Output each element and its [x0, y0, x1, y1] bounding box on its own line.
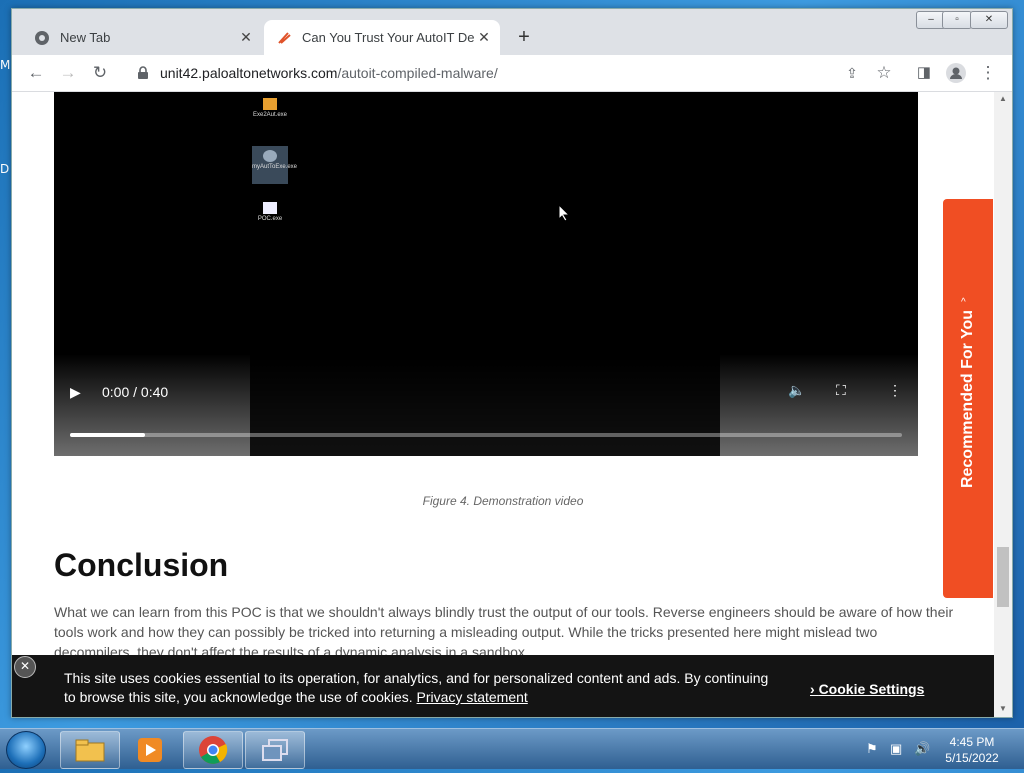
- page-scrollbar[interactable]: ▲ ▼: [994, 92, 1012, 717]
- scroll-up-icon[interactable]: ▲: [994, 94, 1012, 103]
- browser-window: New Tab ✕ Can You Trust Your AutoIT Deco…: [11, 8, 1013, 718]
- tab-new-tab[interactable]: New Tab ✕: [22, 20, 262, 55]
- recommended-label: Recommended For You: [959, 309, 976, 489]
- close-window-button[interactable]: ✕: [970, 11, 1008, 29]
- video-options-icon[interactable]: ⋮: [888, 382, 902, 399]
- scroll-down-icon[interactable]: ▼: [994, 704, 1012, 713]
- tab-title: Can You Trust Your AutoIT Decom: [302, 30, 474, 45]
- network-icon[interactable]: ▣: [890, 741, 902, 757]
- maximize-button[interactable]: ▫: [942, 11, 972, 29]
- section-heading: Conclusion: [54, 547, 229, 583]
- chrome-icon: [199, 736, 228, 764]
- url-host: unit42.paloaltonetworks.com: [160, 65, 338, 81]
- task-view-taskbar-button[interactable]: [245, 731, 305, 769]
- unit42-icon: [278, 31, 291, 44]
- url-path: /autoit-compiled-malware/: [337, 65, 498, 81]
- action-center-flag-icon[interactable]: ⚑: [866, 741, 878, 757]
- lock-icon: [138, 66, 148, 79]
- chrome-icon: [35, 30, 49, 45]
- menu-kebab-icon[interactable]: ⋮: [976, 61, 1000, 85]
- back-button[interactable]: ←: [24, 61, 48, 85]
- video-desktop-icon: Exe2Aut.exe: [252, 98, 288, 118]
- volume-icon[interactable]: 🔊: [914, 741, 930, 757]
- side-panel-icon[interactable]: ◨: [912, 61, 936, 85]
- tab-article[interactable]: Can You Trust Your AutoIT Decom ✕: [264, 20, 500, 55]
- tab-strip: New Tab ✕ Can You Trust Your AutoIT Deco…: [12, 9, 1012, 55]
- video-player[interactable]: Exe2Aut.exe myAutToExe.exe POC.exe ▶ 0:0…: [54, 92, 918, 456]
- share-icon[interactable]: ⇪: [840, 61, 864, 85]
- privacy-statement-link[interactable]: Privacy statement: [417, 689, 528, 705]
- recommended-for-you-tab[interactable]: ^ Recommended For You: [943, 199, 993, 598]
- article-paragraph: What we can learn from this POC is that …: [54, 604, 954, 660]
- play-icon[interactable]: ▶: [70, 384, 81, 401]
- controls-frame-overlay: [250, 354, 720, 456]
- windows-stack-icon: [262, 739, 288, 761]
- fullscreen-icon[interactable]: ⛶: [836, 382, 846, 399]
- chrome-taskbar-button[interactable]: [183, 731, 243, 769]
- caret-up-icon: ^: [961, 297, 966, 308]
- folder-icon: [75, 739, 105, 762]
- new-tab-button[interactable]: +: [512, 25, 536, 49]
- figure-caption: Figure 4. Demonstration video: [422, 494, 584, 508]
- profile-avatar-icon[interactable]: [944, 61, 968, 85]
- tab-close-icon[interactable]: ✕: [474, 29, 494, 46]
- desktop-label-m: M: [0, 58, 11, 72]
- address-bar[interactable]: unit42.paloaltonetworks.com/autoit-compi…: [124, 59, 880, 87]
- mouse-cursor-icon: [558, 204, 570, 222]
- scrollbar-thumb[interactable]: [997, 547, 1009, 607]
- clock-date: 5/15/2022: [945, 751, 999, 765]
- bookmark-star-icon[interactable]: ☆: [872, 61, 896, 85]
- start-button[interactable]: [6, 731, 46, 769]
- cookie-banner: This site uses cookies essential to its …: [12, 655, 994, 717]
- video-progress-bar[interactable]: [70, 433, 902, 437]
- media-player-icon: [138, 738, 162, 762]
- mute-icon[interactable]: 🔈: [788, 382, 805, 399]
- page-content: Exe2Aut.exe myAutToExe.exe POC.exe ▶ 0:0…: [12, 92, 994, 717]
- taskbar: ⚑ ▣ 🔊 4:45 PM 5/15/2022: [0, 728, 1024, 769]
- browser-toolbar: ← → ↻ unit42.paloaltonetworks.com/autoit…: [12, 55, 1012, 92]
- forward-button[interactable]: →: [56, 61, 80, 85]
- clock-time: 4:45 PM: [949, 735, 995, 749]
- explorer-taskbar-button[interactable]: [60, 731, 120, 769]
- tab-close-icon[interactable]: ✕: [236, 29, 256, 46]
- cookie-close-button[interactable]: ✕: [14, 656, 36, 678]
- desktop-label-d: D: [0, 162, 10, 176]
- video-desktop-icon: POC.exe: [252, 202, 288, 222]
- video-desktop-icon: myAutToExe.exe: [252, 146, 297, 184]
- media-player-taskbar-button[interactable]: [121, 731, 181, 769]
- system-clock[interactable]: 4:45 PM 5/15/2022: [940, 734, 1004, 766]
- reload-button[interactable]: ↻: [88, 61, 112, 85]
- cookie-settings-button[interactable]: › Cookie Settings: [810, 681, 924, 697]
- video-time: 0:00 / 0:40: [102, 384, 169, 400]
- tab-title: New Tab: [60, 30, 111, 45]
- cookie-message: This site uses cookies essential to its …: [64, 670, 769, 705]
